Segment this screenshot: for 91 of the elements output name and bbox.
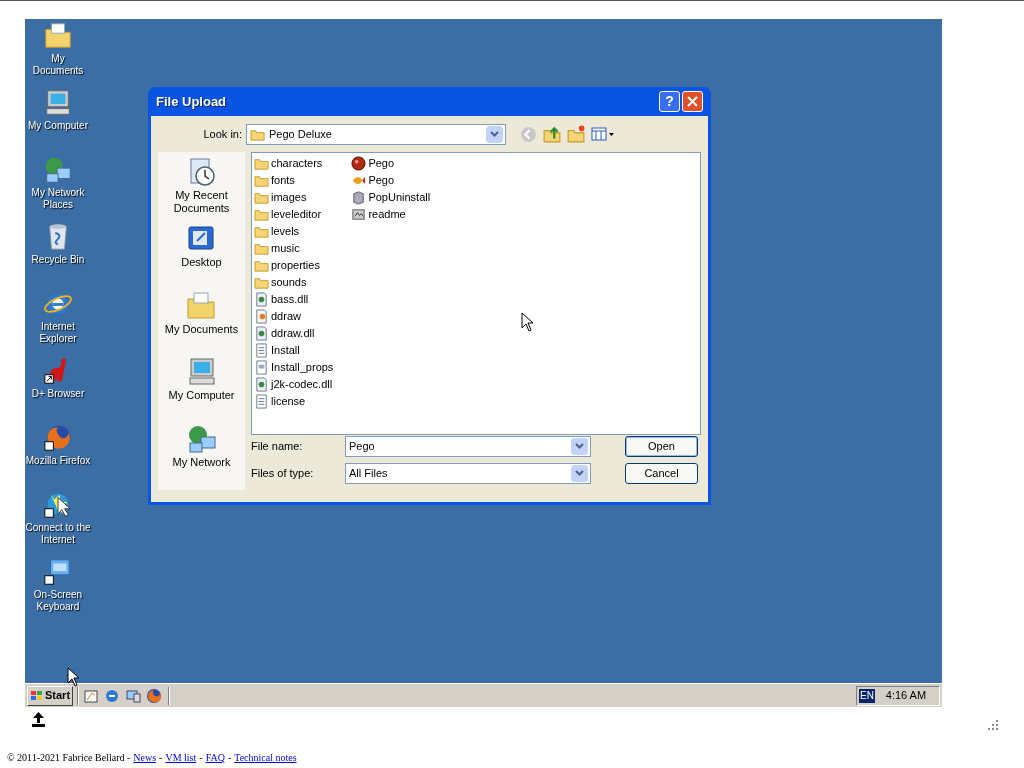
footer-text: - — [159, 751, 163, 765]
network-icon — [43, 155, 73, 185]
keyboard-icon — [43, 557, 73, 587]
help-button[interactable]: ? — [659, 91, 680, 112]
footer-text: © 2011-2021 Fabrice Bellard - — [7, 751, 131, 765]
file-item[interactable]: license — [271, 393, 306, 410]
cancel-button[interactable]: Cancel — [625, 462, 698, 484]
windows-flag-icon — [30, 689, 44, 702]
footer-link[interactable]: FAQ — [205, 750, 225, 765]
places-item[interactable]: My Recent Documents — [158, 189, 245, 215]
footer-link[interactable]: Technical notes — [234, 750, 297, 765]
fox-globe-icon[interactable] — [146, 687, 163, 704]
folder-icon — [254, 207, 269, 222]
computer-icon — [43, 88, 73, 118]
file-item[interactable]: properties — [271, 257, 320, 274]
file-item[interactable]: characters — [271, 155, 323, 172]
look-in-label: Look in: — [202, 126, 243, 142]
desktop-icon-label[interactable]: On-Screen Keyboard — [25, 589, 91, 613]
desktop-icon-label[interactable]: Mozilla Firefox — [25, 455, 91, 467]
folder-icon — [254, 241, 269, 256]
upload-icon[interactable] — [30, 711, 47, 728]
window-title: File Upload — [156, 92, 228, 111]
text-file-icon — [254, 394, 269, 409]
file-name-field[interactable]: Pego — [345, 435, 591, 457]
computer-icon[interactable] — [125, 687, 142, 704]
file-item[interactable]: Install_props — [271, 359, 334, 376]
file-item[interactable]: bass.dll — [271, 291, 309, 308]
folder-icon — [254, 224, 269, 239]
footer-link[interactable]: VM list — [165, 750, 197, 765]
folder-icon — [254, 190, 269, 205]
settings-file-icon — [254, 309, 269, 324]
ball-icon — [351, 156, 367, 171]
folder-icon — [254, 258, 269, 273]
folder-icon — [185, 289, 218, 322]
gear-file-icon — [254, 292, 269, 307]
file-item[interactable]: readme — [368, 206, 406, 223]
language-indicator[interactable]: EN — [859, 688, 875, 703]
footer-text: - — [199, 751, 203, 765]
places-item[interactable]: My Documents — [164, 322, 239, 336]
open-button[interactable]: Open — [625, 435, 698, 457]
folder-icon — [254, 173, 269, 188]
new-folder-icon[interactable] — [567, 125, 585, 143]
up-folder-icon[interactable] — [543, 125, 561, 143]
desktop-icon-label[interactable]: D+ Browser — [25, 388, 91, 400]
text-file-icon — [254, 343, 269, 358]
file-item[interactable]: music — [271, 240, 300, 257]
desktop-icon-label[interactable]: Connect to the Internet — [25, 522, 91, 546]
look-in-dropdown[interactable]: Pego Deluxe — [246, 123, 506, 145]
folder-icon — [254, 275, 269, 290]
view-menu-icon[interactable] — [591, 127, 615, 141]
gear-file-icon — [254, 377, 269, 392]
close-icon — [687, 96, 698, 107]
desktop-icon-label[interactable]: My Computer — [25, 120, 91, 132]
file-type-dropdown[interactable]: All Files — [345, 462, 591, 484]
file-item[interactable]: PopUninstall — [368, 189, 431, 206]
desktop-icon-label[interactable]: My Documents — [25, 53, 91, 77]
document-icon — [351, 207, 367, 222]
settings-file-icon — [254, 360, 269, 375]
file-item[interactable]: images — [271, 189, 307, 206]
file-item[interactable]: sounds — [271, 274, 307, 291]
close-button[interactable] — [682, 91, 703, 112]
file-name-label: File name: — [251, 438, 304, 454]
places-item[interactable]: My Network — [172, 456, 231, 470]
desktop-shortcut-icon[interactable] — [83, 687, 100, 704]
desktop-icon-label[interactable]: Internet Explorer — [25, 321, 91, 345]
file-type-label: Files of type: — [251, 465, 315, 481]
file-item[interactable]: fonts — [271, 172, 295, 189]
folder-icon — [254, 156, 269, 171]
file-item[interactable]: ddraw — [271, 308, 301, 325]
file-item[interactable]: levels — [271, 223, 300, 240]
file-item[interactable]: Pego — [368, 155, 395, 172]
resize-grip-icon — [987, 719, 999, 731]
fox-globe-icon — [43, 423, 73, 453]
desktop-icon-label[interactable]: Recycle Bin — [25, 254, 91, 266]
file-item[interactable]: Pego — [368, 172, 395, 189]
mouse-cursor-icon — [521, 312, 533, 332]
places-item[interactable]: My Computer — [168, 389, 235, 403]
file-item[interactable]: j2k-codec.dll — [271, 376, 333, 393]
footer-text: - — [227, 751, 232, 765]
start-button[interactable]: Start — [27, 685, 74, 706]
gear-file-icon — [254, 326, 269, 341]
clock: 4:16 AM — [884, 688, 928, 704]
box-icon — [351, 190, 367, 205]
desktop-icon-label[interactable]: My Network Places — [25, 187, 91, 211]
footer-link[interactable]: News — [133, 750, 157, 765]
file-item[interactable]: Install — [271, 342, 300, 359]
file-item[interactable]: leveleditor — [271, 206, 322, 223]
places-item[interactable]: Desktop — [181, 255, 222, 269]
globe-e-icon[interactable] — [104, 687, 121, 704]
folder-icon — [43, 21, 73, 51]
file-item[interactable]: ddraw.dll — [271, 325, 315, 342]
